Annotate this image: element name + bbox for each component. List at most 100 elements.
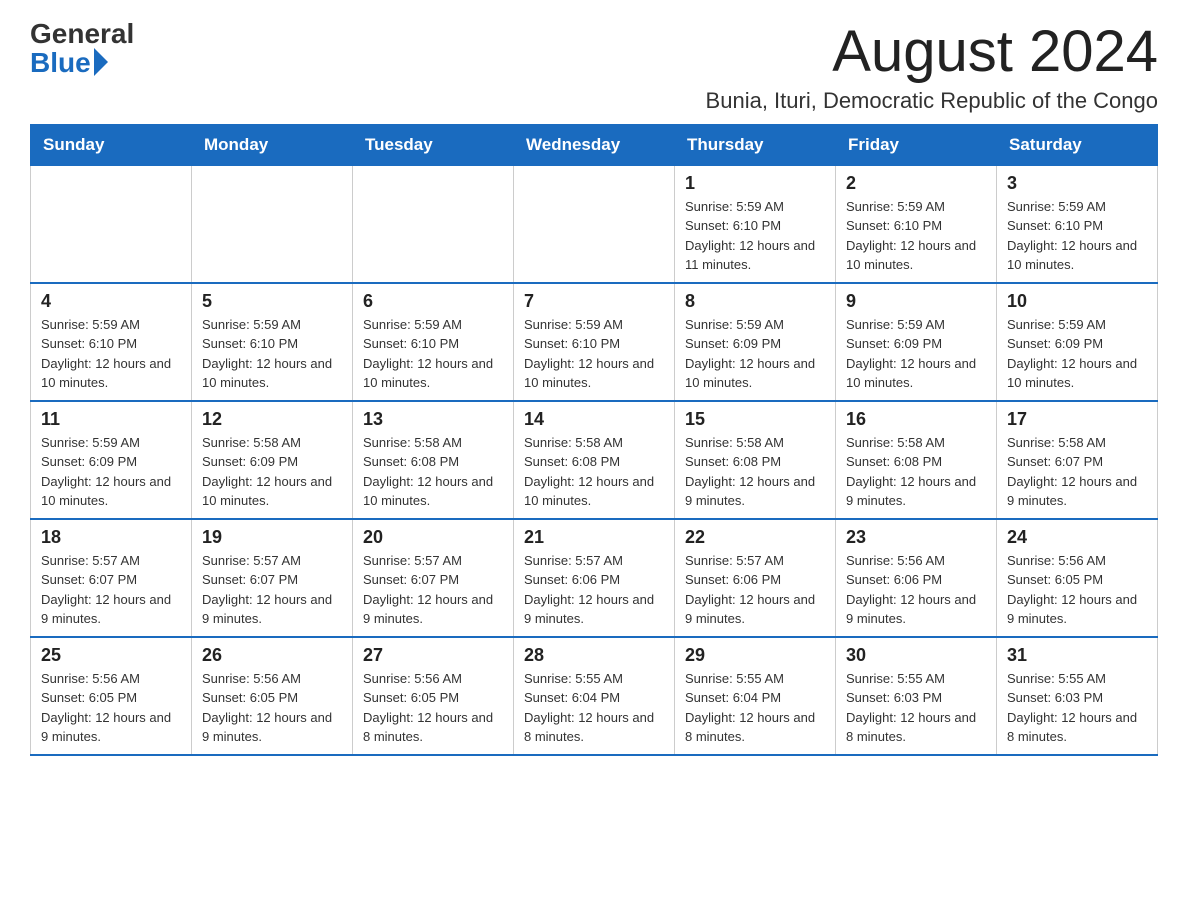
day-info: Sunrise: 5:59 AMSunset: 6:09 PMDaylight:… [1007, 315, 1147, 393]
header: General Blue August 2024 Bunia, Ituri, D… [30, 20, 1158, 114]
day-number: 16 [846, 409, 986, 430]
calendar-cell: 14 Sunrise: 5:58 AMSunset: 6:08 PMDayligh… [514, 401, 675, 519]
day-info: Sunrise: 5:58 AMSunset: 6:08 PMDaylight:… [524, 433, 664, 511]
calendar-cell: 6 Sunrise: 5:59 AMSunset: 6:10 PMDaylight… [353, 283, 514, 401]
calendar-cell: 31 Sunrise: 5:55 AMSunset: 6:03 PMDayligh… [997, 637, 1158, 755]
day-info: Sunrise: 5:58 AMSunset: 6:09 PMDaylight:… [202, 433, 342, 511]
calendar-cell: 18Sunrise: 5:57 AMSunset: 6:07 PMDayligh… [31, 519, 192, 637]
calendar-week-row: 11Sunrise: 5:59 AMSunset: 6:09 PMDayligh… [31, 401, 1158, 519]
day-number: 14 [524, 409, 664, 430]
calendar-cell: 13 Sunrise: 5:58 AMSunset: 6:08 PMDayligh… [353, 401, 514, 519]
calendar-cell: 16 Sunrise: 5:58 AMSunset: 6:08 PMDayligh… [836, 401, 997, 519]
day-number: 24 [1007, 527, 1147, 548]
day-info: Sunrise: 5:57 AMSunset: 6:06 PMDaylight:… [524, 551, 664, 629]
day-number: 8 [685, 291, 825, 312]
day-info: Sunrise: 5:57 AMSunset: 6:07 PMDaylight:… [202, 551, 342, 629]
day-number: 23 [846, 527, 986, 548]
day-info: Sunrise: 5:58 AMSunset: 6:08 PMDaylight:… [846, 433, 986, 511]
calendar-cell [514, 165, 675, 283]
day-number: 9 [846, 291, 986, 312]
day-number: 17 [1007, 409, 1147, 430]
calendar-cell [31, 165, 192, 283]
day-number: 6 [363, 291, 503, 312]
day-info: Sunrise: 5:58 AMSunset: 6:07 PMDaylight:… [1007, 433, 1147, 511]
calendar-week-row: 4 Sunrise: 5:59 AMSunset: 6:10 PMDaylight… [31, 283, 1158, 401]
day-info: Sunrise: 5:55 AMSunset: 6:04 PMDaylight:… [685, 669, 825, 747]
day-info: Sunrise: 5:58 AMSunset: 6:08 PMDaylight:… [363, 433, 503, 511]
day-number: 26 [202, 645, 342, 666]
day-number: 5 [202, 291, 342, 312]
calendar-cell: 28 Sunrise: 5:55 AMSunset: 6:04 PMDayligh… [514, 637, 675, 755]
calendar-cell: 7 Sunrise: 5:59 AMSunset: 6:10 PMDaylight… [514, 283, 675, 401]
day-info: Sunrise: 5:59 AMSunset: 6:10 PMDaylight:… [685, 197, 825, 275]
day-info: Sunrise: 5:58 AMSunset: 6:08 PMDaylight:… [685, 433, 825, 511]
day-info: Sunrise: 5:55 AMSunset: 6:03 PMDaylight:… [846, 669, 986, 747]
logo-triangle-icon [94, 48, 108, 76]
day-number: 31 [1007, 645, 1147, 666]
day-number: 25 [41, 645, 181, 666]
calendar-cell: 4 Sunrise: 5:59 AMSunset: 6:10 PMDaylight… [31, 283, 192, 401]
logo: General Blue [30, 20, 134, 78]
day-number: 15 [685, 409, 825, 430]
calendar-week-row: 25 Sunrise: 5:56 AMSunset: 6:05 PMDayligh… [31, 637, 1158, 755]
day-number: 22 [685, 527, 825, 548]
calendar-cell: 2 Sunrise: 5:59 AMSunset: 6:10 PMDaylight… [836, 165, 997, 283]
day-info: Sunrise: 5:59 AMSunset: 6:09 PMDaylight:… [41, 433, 181, 511]
day-info: Sunrise: 5:57 AMSunset: 6:07 PMDaylight:… [363, 551, 503, 629]
day-number: 12 [202, 409, 342, 430]
calendar-table: SundayMondayTuesdayWednesdayThursdayFrid… [30, 124, 1158, 756]
calendar-cell: 21Sunrise: 5:57 AMSunset: 6:06 PMDayligh… [514, 519, 675, 637]
day-info: Sunrise: 5:55 AMSunset: 6:04 PMDaylight:… [524, 669, 664, 747]
day-info: Sunrise: 5:57 AMSunset: 6:07 PMDaylight:… [41, 551, 181, 629]
day-info: Sunrise: 5:59 AMSunset: 6:10 PMDaylight:… [363, 315, 503, 393]
day-number: 28 [524, 645, 664, 666]
title-area: August 2024 Bunia, Ituri, Democratic Rep… [706, 20, 1158, 114]
day-info: Sunrise: 5:56 AMSunset: 6:05 PMDaylight:… [202, 669, 342, 747]
calendar-cell: 1Sunrise: 5:59 AMSunset: 6:10 PMDaylight… [675, 165, 836, 283]
calendar-header-thursday: Thursday [675, 124, 836, 165]
day-number: 19 [202, 527, 342, 548]
day-number: 10 [1007, 291, 1147, 312]
day-number: 7 [524, 291, 664, 312]
day-info: Sunrise: 5:59 AMSunset: 6:09 PMDaylight:… [685, 315, 825, 393]
calendar-cell [192, 165, 353, 283]
calendar-cell: 29 Sunrise: 5:55 AMSunset: 6:04 PMDayligh… [675, 637, 836, 755]
location-title: Bunia, Ituri, Democratic Republic of the… [706, 88, 1158, 114]
calendar-cell: 8 Sunrise: 5:59 AMSunset: 6:09 PMDaylight… [675, 283, 836, 401]
day-number: 3 [1007, 173, 1147, 194]
month-title: August 2024 [706, 20, 1158, 84]
day-info: Sunrise: 5:59 AMSunset: 6:10 PMDaylight:… [846, 197, 986, 275]
day-number: 2 [846, 173, 986, 194]
day-info: Sunrise: 5:57 AMSunset: 6:06 PMDaylight:… [685, 551, 825, 629]
calendar-cell: 3Sunrise: 5:59 AMSunset: 6:10 PMDaylight… [997, 165, 1158, 283]
calendar-cell: 11Sunrise: 5:59 AMSunset: 6:09 PMDayligh… [31, 401, 192, 519]
day-number: 29 [685, 645, 825, 666]
calendar-header-row: SundayMondayTuesdayWednesdayThursdayFrid… [31, 124, 1158, 165]
calendar-cell: 17 Sunrise: 5:58 AMSunset: 6:07 PMDayligh… [997, 401, 1158, 519]
day-info: Sunrise: 5:56 AMSunset: 6:05 PMDaylight:… [1007, 551, 1147, 629]
calendar-header-sunday: Sunday [31, 124, 192, 165]
calendar-cell: 23 Sunrise: 5:56 AMSunset: 6:06 PMDayligh… [836, 519, 997, 637]
day-number: 4 [41, 291, 181, 312]
calendar-cell: 30Sunrise: 5:55 AMSunset: 6:03 PMDayligh… [836, 637, 997, 755]
day-info: Sunrise: 5:56 AMSunset: 6:06 PMDaylight:… [846, 551, 986, 629]
calendar-cell: 27Sunrise: 5:56 AMSunset: 6:05 PMDayligh… [353, 637, 514, 755]
day-info: Sunrise: 5:59 AMSunset: 6:10 PMDaylight:… [202, 315, 342, 393]
day-info: Sunrise: 5:55 AMSunset: 6:03 PMDaylight:… [1007, 669, 1147, 747]
calendar-cell: 5 Sunrise: 5:59 AMSunset: 6:10 PMDaylight… [192, 283, 353, 401]
day-info: Sunrise: 5:59 AMSunset: 6:10 PMDaylight:… [41, 315, 181, 393]
day-info: Sunrise: 5:59 AMSunset: 6:09 PMDaylight:… [846, 315, 986, 393]
calendar-cell: 22 Sunrise: 5:57 AMSunset: 6:06 PMDayligh… [675, 519, 836, 637]
calendar-cell: 9 Sunrise: 5:59 AMSunset: 6:09 PMDaylight… [836, 283, 997, 401]
day-info: Sunrise: 5:59 AMSunset: 6:10 PMDaylight:… [524, 315, 664, 393]
calendar-cell: 10 Sunrise: 5:59 AMSunset: 6:09 PMDayligh… [997, 283, 1158, 401]
day-info: Sunrise: 5:56 AMSunset: 6:05 PMDaylight:… [41, 669, 181, 747]
calendar-cell: 20 Sunrise: 5:57 AMSunset: 6:07 PMDayligh… [353, 519, 514, 637]
calendar-week-row: 18Sunrise: 5:57 AMSunset: 6:07 PMDayligh… [31, 519, 1158, 637]
day-number: 27 [363, 645, 503, 666]
calendar-cell: 19 Sunrise: 5:57 AMSunset: 6:07 PMDayligh… [192, 519, 353, 637]
day-number: 20 [363, 527, 503, 548]
calendar-cell: 25 Sunrise: 5:56 AMSunset: 6:05 PMDayligh… [31, 637, 192, 755]
logo-blue-text: Blue [30, 49, 91, 77]
day-number: 13 [363, 409, 503, 430]
